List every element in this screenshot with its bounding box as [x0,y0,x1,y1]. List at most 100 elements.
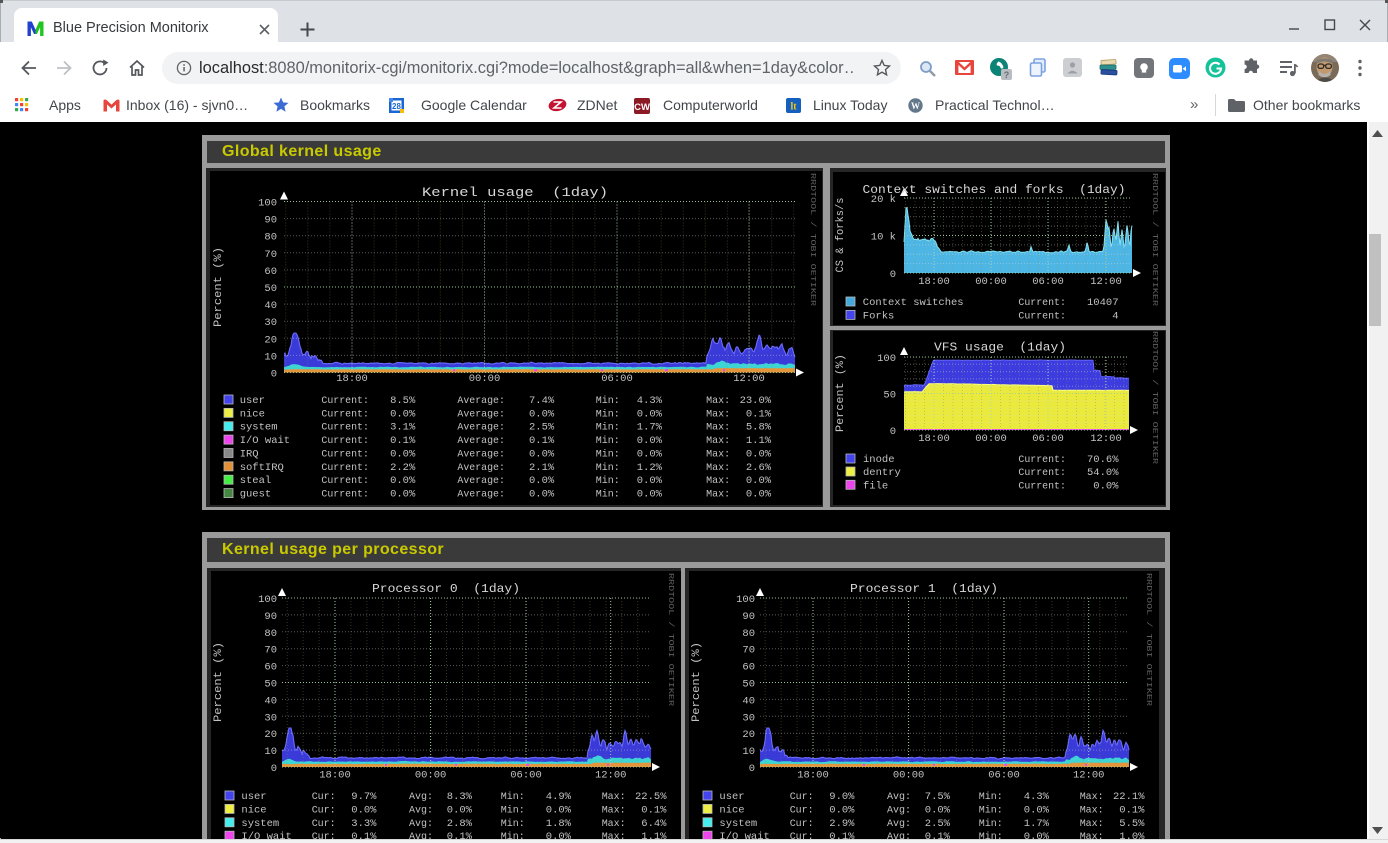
svg-text:Context switches and forks (1: Context switches and forks (1day) [863,183,1126,197]
svg-text:Max:: Max: [706,462,730,474]
svg-text:Current:: Current: [1018,310,1066,322]
svg-text:12:00: 12:00 [1090,276,1122,288]
svg-text:0.0%: 0.0% [746,448,772,460]
svg-text:9.7%: 9.7% [351,791,377,803]
svg-text:00:00: 00:00 [469,373,501,385]
svg-text:70: 70 [264,645,277,657]
svg-text:12:00: 12:00 [1090,433,1122,445]
svg-text:Max:: Max: [1080,818,1104,830]
svg-text:0.0%: 0.0% [1093,480,1119,492]
svg-text:Current:: Current: [1018,467,1066,479]
svg-text:Average:: Average: [457,395,505,407]
svg-text:Current:: Current: [321,395,369,407]
svg-text:Min:: Min: [501,818,525,830]
svg-text:Max:: Max: [706,422,730,434]
svg-text:0.0%: 0.0% [529,489,555,501]
svg-text:8.5%: 8.5% [390,395,416,407]
svg-text:40: 40 [742,695,755,707]
svg-text:18:00: 18:00 [918,276,950,288]
svg-text:CW: CW [634,102,650,113]
svg-text:Avg:: Avg: [409,818,433,830]
svg-text:06:00: 06:00 [988,770,1020,782]
svg-text:12:00: 12:00 [595,770,627,782]
svg-text:18:00: 18:00 [336,373,368,385]
svg-text:Max:: Max: [602,791,626,803]
svg-text:100: 100 [736,594,755,606]
svg-text:Cur:: Cur: [790,791,814,803]
svg-text:Avg:: Avg: [887,804,911,816]
svg-text:70.6%: 70.6% [1087,454,1119,466]
svg-text:Percent (%): Percent (%) [691,642,703,722]
svg-text:W: W [911,101,920,111]
svg-text:Processor 0 (1day): Processor 0 (1day) [372,582,520,596]
svg-text:20 k: 20 k [871,194,896,206]
svg-text:2.5%: 2.5% [925,818,951,830]
svg-text:10: 10 [742,746,755,758]
svg-text:Min:: Min: [596,475,620,487]
svg-text:Current:: Current: [321,448,369,460]
svg-text:06:00: 06:00 [510,770,542,782]
svg-text:2.1%: 2.1% [529,462,555,474]
svg-text:2.8%: 2.8% [447,818,473,830]
svg-text:Min:: Min: [979,791,1003,803]
svg-text:IRQ: IRQ [240,448,259,460]
svg-text:6.4%: 6.4% [641,818,667,830]
svg-text:0.0%: 0.0% [351,804,377,816]
svg-text:Average:: Average: [457,422,505,434]
svg-text:Min:: Min: [596,448,620,460]
svg-text:0.0%: 0.0% [529,448,555,460]
svg-text:0.1%: 0.1% [1119,804,1145,816]
svg-text:Cur:: Cur: [312,818,336,830]
svg-text:06:00: 06:00 [601,373,633,385]
svg-text:0.0%: 0.0% [390,448,416,460]
svg-text:Average:: Average: [457,435,505,447]
svg-text:54.0%: 54.0% [1087,467,1119,479]
svg-text:Cur:: Cur: [312,804,336,816]
svg-text:Max:: Max: [1080,791,1104,803]
svg-text:06:00: 06:00 [1032,276,1064,288]
svg-text:60: 60 [264,662,277,674]
svg-text:0.0%: 0.0% [925,804,951,816]
svg-text:1.2%: 1.2% [637,462,663,474]
svg-text:RRDTOOL / TOBI OETIKER: RRDTOOL / TOBI OETIKER [1150,331,1158,465]
svg-text:3.1%: 3.1% [390,422,416,434]
svg-text:90: 90 [742,611,755,623]
svg-text:Percent (%): Percent (%) [835,354,847,432]
svg-text:0.0%: 0.0% [529,475,555,487]
svg-text:0.0%: 0.0% [390,475,416,487]
svg-text:0.0%: 0.0% [546,804,572,816]
svg-text:100: 100 [258,594,277,606]
svg-text:?: ? [1004,70,1010,80]
svg-text:CS & forks/s: CS & forks/s [835,198,847,273]
svg-text:VFS usage (1day): VFS usage (1day) [934,341,1066,355]
svg-text:40: 40 [264,300,277,312]
svg-text:Min:: Min: [979,818,1003,830]
svg-text:2.5%: 2.5% [529,422,555,434]
svg-text:guest: guest [240,489,272,501]
svg-text:06:00: 06:00 [1032,433,1064,445]
svg-text:0.0%: 0.0% [829,804,855,816]
svg-text:60: 60 [742,662,755,674]
svg-text:12:00: 12:00 [1073,770,1105,782]
svg-text:2.9%: 2.9% [829,818,855,830]
svg-text:Cur:: Cur: [790,818,814,830]
svg-text:0: 0 [890,269,896,281]
svg-text:Percent (%): Percent (%) [213,247,225,327]
svg-text:4: 4 [1112,310,1118,322]
svg-text:Max:: Max: [706,435,730,447]
svg-text:0.0%: 0.0% [1024,804,1050,816]
svg-text:50: 50 [264,679,277,691]
svg-text:90: 90 [264,215,277,227]
svg-text:file: file [863,480,888,492]
svg-text:RRDTOOL / TOBI OETIKER: RRDTOOL / TOBI OETIKER [666,573,674,707]
svg-text:0.0%: 0.0% [746,489,772,501]
svg-text:80: 80 [264,628,277,640]
svg-text:softIRQ: softIRQ [240,462,284,474]
svg-text:Min:: Min: [596,395,620,407]
svg-text:Cur:: Cur: [312,791,336,803]
svg-text:8.3%: 8.3% [447,791,473,803]
svg-text:Current:: Current: [321,462,369,474]
svg-text:Max:: Max: [706,395,730,407]
svg-text:00:00: 00:00 [975,276,1007,288]
svg-text:0.0%: 0.0% [447,804,473,816]
